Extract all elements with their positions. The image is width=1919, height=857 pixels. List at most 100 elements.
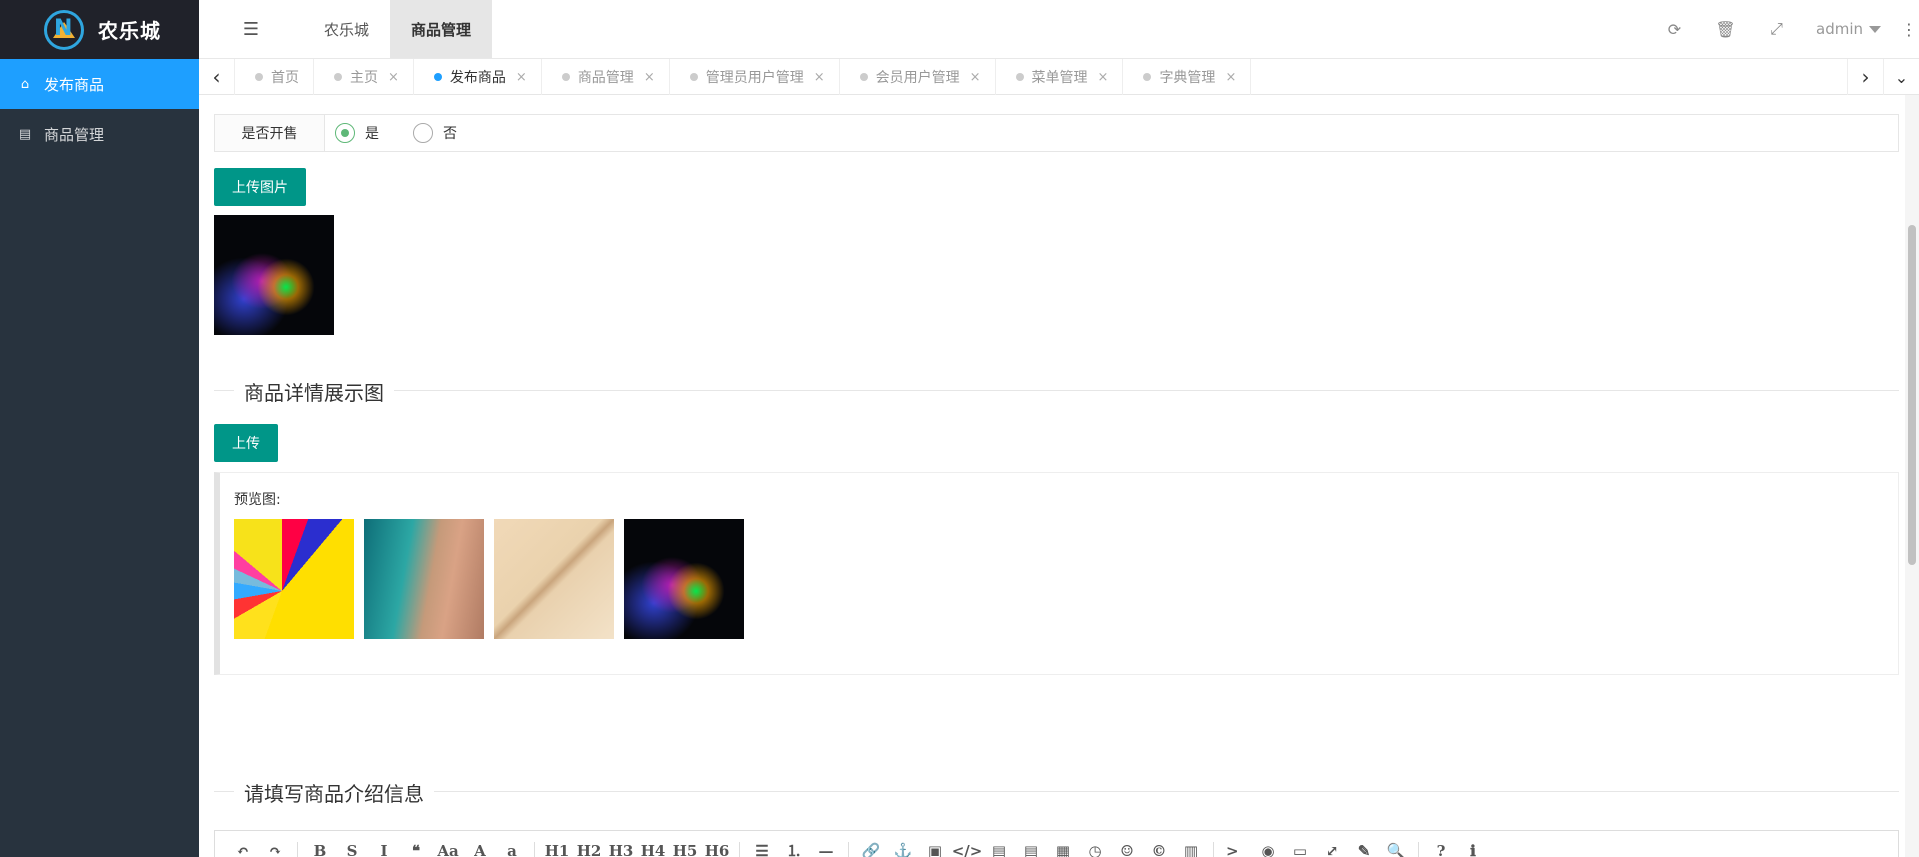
sidebar-item-goods[interactable]: ▤ 商品管理: [0, 109, 199, 159]
page-tab[interactable]: 字典管理 ×: [1123, 59, 1252, 95]
tabs-menu-chevron-down-icon[interactable]: ⌄: [1883, 59, 1919, 95]
trash-icon[interactable]: 🗑: [1700, 20, 1751, 39]
editor-tool-icon[interactable]: S: [336, 842, 368, 857]
fullscreen-icon[interactable]: ⤢: [1751, 19, 1802, 39]
editor-tool-icon[interactable]: a: [496, 842, 528, 857]
chevron-down-icon: [1869, 25, 1881, 33]
tab-dot: [433, 73, 442, 81]
tab-label: 字典管理: [1159, 70, 1216, 86]
editor-tool-icon[interactable]: ◉: [1252, 842, 1284, 857]
editor-tool-icon[interactable]: ▥: [1175, 842, 1207, 857]
main-image-thumbnail: [214, 215, 334, 335]
sale-status-label: 是否开售: [215, 115, 325, 151]
close-icon[interactable]: ×: [970, 70, 981, 85]
header-tab-goods[interactable]: 商品管理: [390, 0, 493, 58]
close-icon[interactable]: ×: [1098, 70, 1109, 85]
page-tabs: 首页 主页 × 发布商品 × 商品管理 × 管理员用户管理 × 会员用户管理 × 菜单管理…: [235, 59, 1252, 95]
tabs-scroll-right-icon[interactable]: ›: [1847, 59, 1883, 95]
editor-tool-icon[interactable]: H6: [701, 842, 733, 857]
logo[interactable]: 农乐城: [0, 0, 199, 59]
editor-tool-icon[interactable]: 🔗: [855, 842, 887, 857]
editor-tool-icon[interactable]: </>: [951, 842, 983, 857]
sale-no-radio[interactable]: 否: [413, 123, 457, 143]
editor-tool-icon[interactable]: ▦: [1047, 842, 1079, 857]
page-tab[interactable]: 菜单管理 ×: [996, 59, 1124, 95]
editor-tool-icon[interactable]: ▭: [1284, 842, 1316, 857]
tab-label: 菜单管理: [1031, 70, 1088, 86]
upload-detail-button[interactable]: 上传: [214, 424, 278, 462]
radio-circle: [335, 123, 355, 143]
editor-tool-icon[interactable]: ⒈: [778, 840, 810, 857]
editor-tool-icon[interactable]: I: [368, 842, 400, 857]
header-tab-home[interactable]: 农乐城: [303, 0, 390, 58]
editor-tool-icon[interactable]: —: [810, 842, 842, 857]
preview-image: [234, 519, 354, 639]
more-vertical-icon[interactable]: ⋮: [1899, 20, 1919, 39]
toolbar-separator: [739, 841, 740, 857]
editor-tool-icon[interactable]: ©: [1143, 842, 1175, 857]
scrollbar-thumb[interactable]: [1908, 225, 1916, 565]
detail-section-title: 商品详情展示图: [234, 377, 394, 406]
upload-image-button[interactable]: 上传图片: [214, 168, 306, 206]
collapse-menu-icon[interactable]: ☰: [199, 0, 303, 58]
tabs-scroll-left-icon[interactable]: ‹: [199, 59, 235, 95]
radio-label: 否: [443, 126, 457, 142]
close-icon[interactable]: ×: [814, 70, 825, 85]
tab-label: 会员用户管理: [875, 70, 960, 86]
tab-dot: [255, 73, 263, 81]
editor-tool-icon[interactable]: H2: [573, 842, 605, 857]
refresh-icon[interactable]: ⟳: [1649, 20, 1700, 39]
tab-dot: [561, 73, 570, 81]
tab-label: 管理员用户管理: [705, 70, 804, 86]
editor-tool-icon[interactable]: ☰: [746, 842, 778, 857]
tab-label: 主页: [350, 70, 378, 86]
editor-tool-icon[interactable]: ↶: [227, 842, 259, 857]
close-icon[interactable]: ×: [388, 70, 399, 85]
editor-tool-icon[interactable]: ✎: [1348, 842, 1380, 857]
close-icon[interactable]: ×: [644, 70, 655, 85]
editor-tool-icon[interactable]: ⚓: [887, 842, 919, 857]
page-scrollbar[interactable]: [1905, 95, 1919, 857]
editor-tool-icon[interactable]: ▣: [919, 842, 951, 857]
editor-tool-icon[interactable]: ❝: [400, 842, 432, 857]
editor-tool-icon[interactable]: ?: [1425, 842, 1457, 857]
editor-tool-icon[interactable]: H1: [541, 842, 573, 857]
editor-tool-icon[interactable]: H4: [637, 842, 669, 857]
page-tab-active[interactable]: 发布商品 ×: [414, 59, 542, 95]
toolbar-separator: [1213, 841, 1214, 857]
tab-dot: [1015, 73, 1024, 81]
page-tab[interactable]: 商品管理 ×: [542, 59, 670, 95]
editor-tool-icon[interactable]: ℹ: [1457, 842, 1489, 857]
sale-yes-radio[interactable]: 是: [335, 123, 379, 143]
editor-tool-icon[interactable]: B: [304, 842, 336, 857]
editor-tool-icon[interactable]: H3: [605, 842, 637, 857]
editor-tool-icon[interactable]: ⤢: [1316, 842, 1348, 857]
editor-tool-icon[interactable]: Aa: [432, 842, 464, 857]
page-tab[interactable]: 主页 ×: [314, 59, 414, 95]
preview-label: 预览图:: [234, 492, 281, 508]
close-icon[interactable]: ×: [1225, 70, 1236, 85]
editor-tool-icon[interactable]: >_: [1220, 842, 1252, 857]
editor-tool-icon[interactable]: ↷: [259, 842, 291, 857]
editor-tool-icon[interactable]: ◷: [1079, 842, 1111, 857]
tab-label: 商品管理: [577, 70, 634, 86]
editor-tool-icon[interactable]: ☺: [1111, 842, 1143, 857]
editor-tool-icon[interactable]: ▤: [1015, 842, 1047, 857]
tab-dot: [1143, 73, 1152, 81]
editor-tool-icon[interactable]: H5: [669, 842, 701, 857]
page-tab[interactable]: 管理员用户管理 ×: [670, 59, 840, 95]
editor-tool-icon[interactable]: 🔍: [1380, 842, 1412, 857]
toolbar-separator: [534, 841, 535, 857]
top-header: ☰ 农乐城 商品管理 ⟳ 🗑 ⤢ admin ⋮: [199, 0, 1919, 59]
preview-image: [364, 519, 484, 639]
user-menu[interactable]: admin: [1802, 20, 1899, 38]
editor-tool-icon[interactable]: ▤: [983, 842, 1015, 857]
brand-name: 农乐城: [98, 19, 161, 43]
sale-status-row: 是否开售 是 否: [214, 114, 1899, 152]
page-tab[interactable]: 首页: [235, 59, 314, 95]
page-tab[interactable]: 会员用户管理 ×: [840, 59, 996, 95]
editor-tool-icon[interactable]: A: [464, 842, 496, 857]
sidebar-item-publish[interactable]: ⌂ 发布商品: [0, 59, 199, 109]
close-icon[interactable]: ×: [516, 70, 527, 85]
tab-label: 首页: [271, 70, 299, 86]
